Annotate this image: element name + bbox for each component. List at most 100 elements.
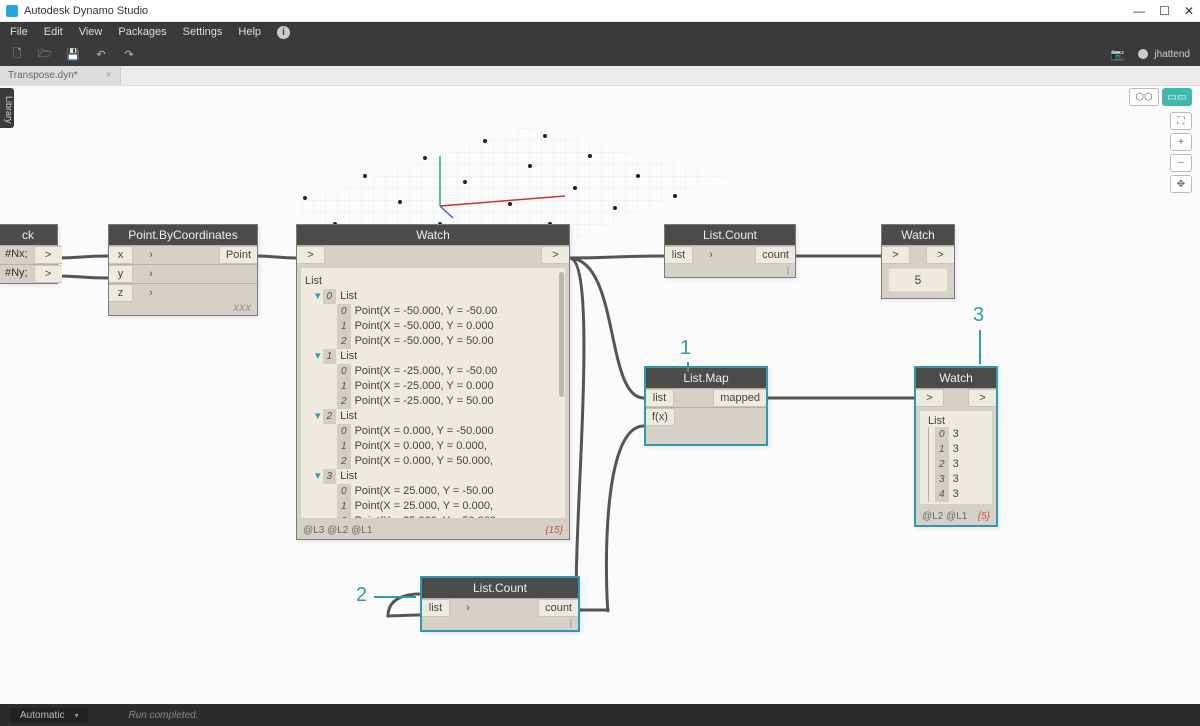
undo-icon[interactable]: ↶ — [94, 47, 108, 61]
info-icon[interactable]: i — [277, 26, 290, 39]
input-port[interactable]: > — [916, 389, 944, 407]
output-port-count[interactable]: count — [538, 599, 578, 617]
level-labels: @L2 @L1 — [922, 511, 967, 522]
lacing-toggle[interactable]: › — [466, 602, 470, 614]
output-port[interactable]: > — [34, 246, 62, 264]
scrollbar[interactable] — [559, 272, 564, 397]
geometry-view-button[interactable]: ⬡⬡ — [1129, 88, 1159, 106]
maximize-button[interactable]: ☐ — [1159, 5, 1170, 17]
camera-icon[interactable]: 📷 — [1110, 47, 1124, 61]
node-title: List.Count — [422, 578, 578, 598]
input-port-fx[interactable]: f(x) — [646, 408, 675, 426]
redo-icon[interactable]: ↷ — [122, 47, 136, 61]
menu-file[interactable]: File — [10, 26, 28, 38]
graph-view-button[interactable]: ▭▭ — [1162, 88, 1192, 106]
menubar: File Edit View Packages Settings Help i — [0, 22, 1200, 42]
node-title: Point.ByCoordinates — [109, 225, 257, 245]
menu-view[interactable]: View — [79, 26, 103, 38]
output-port[interactable]: > — [541, 246, 569, 264]
node-point-bycoordinates[interactable]: Point.ByCoordinates x › Point y › z › XX… — [108, 224, 258, 316]
output-port[interactable]: > — [926, 246, 954, 264]
save-icon[interactable]: 💾 — [66, 47, 80, 61]
toolbar: 🗋 🗁 💾 ↶ ↷ 📷 jhattend — [0, 42, 1200, 66]
user-account[interactable]: jhattend — [1138, 49, 1190, 60]
level-labels: @L3 @L2 @L1 — [303, 525, 372, 536]
tabstrip: Transpose.dyn* × — [0, 66, 1200, 86]
node-codeblock[interactable]: ck #Nx; > #Ny; > — [0, 224, 58, 284]
lacing-toggle[interactable]: › — [149, 268, 153, 280]
window-controls: — ☐ ✕ — [1133, 5, 1194, 17]
run-mode-selector[interactable]: Automatic ▾ — [10, 708, 88, 723]
titlebar: Autodesk Dynamo Studio — ☐ ✕ — [0, 0, 1200, 22]
node-title: Watch — [916, 368, 996, 388]
code-line: #Nx; — [0, 246, 34, 264]
node-watch-large[interactable]: Watch > > List▾0List0Point(X = -50.000, … — [296, 224, 570, 540]
menu-edit[interactable]: Edit — [44, 26, 63, 38]
input-port-y[interactable]: y — [109, 265, 133, 283]
zoom-fit-button[interactable]: ⛶ — [1170, 112, 1192, 130]
node-title: ck — [0, 225, 57, 245]
lacing-indicator: | — [422, 617, 578, 630]
graph-canvas[interactable]: Library ⬡⬡ ▭▭ ⛶ + − ✥ — [0, 86, 1200, 704]
annotation-line — [687, 362, 689, 372]
wires — [0, 86, 1200, 704]
annotation-3: 3 — [973, 304, 984, 327]
lacing-toggle[interactable]: › — [149, 249, 153, 261]
output-port[interactable]: > — [968, 389, 996, 407]
annotation-line — [979, 330, 981, 364]
watch-footer: @L3 @L2 @L1 {15} — [297, 522, 569, 539]
input-port[interactable]: > — [297, 246, 325, 264]
input-port-list[interactable]: list — [422, 599, 450, 617]
dropdown-icon: ▾ — [74, 711, 78, 720]
document-tab[interactable]: Transpose.dyn* × — [0, 66, 121, 85]
library-panel-toggle[interactable]: Library — [0, 88, 14, 128]
statusbar: Automatic ▾ Run completed. — [0, 704, 1200, 726]
item-count: {15} — [545, 525, 563, 536]
output-port-count[interactable]: count — [755, 246, 795, 264]
annotation-1: 1 — [680, 337, 691, 360]
output-port-mapped[interactable]: mapped — [713, 389, 766, 407]
input-port-list[interactable]: list — [646, 389, 674, 407]
lacing-indicator: XXX — [109, 302, 257, 315]
status-message: Run completed. — [128, 710, 198, 721]
new-file-icon[interactable]: 🗋 — [10, 47, 24, 61]
node-title: List.Count — [665, 225, 795, 245]
open-file-icon[interactable]: 🗁 — [38, 47, 52, 61]
zoom-controls: ⛶ + − ✥ — [1170, 112, 1192, 193]
node-list-count-bottom[interactable]: List.Count list › count | — [420, 576, 580, 632]
node-title: Watch — [882, 225, 954, 245]
input-port-list[interactable]: list — [665, 246, 693, 264]
pan-button[interactable]: ✥ — [1170, 175, 1192, 193]
tab-close-icon[interactable]: × — [106, 70, 112, 81]
username-label: jhattend — [1154, 49, 1190, 60]
watch-output: List▾0List0Point(X = -50.000, Y = -50.00… — [301, 268, 565, 518]
menu-packages[interactable]: Packages — [118, 26, 166, 38]
node-title: Watch — [297, 225, 569, 245]
output-port-point[interactable]: Point — [219, 246, 257, 264]
lacing-toggle[interactable]: › — [149, 287, 153, 299]
zoom-out-button[interactable]: − — [1170, 154, 1192, 172]
annotation-2: 2 — [356, 584, 367, 607]
item-count: {5} — [978, 511, 990, 522]
minimize-button[interactable]: — — [1133, 5, 1145, 17]
node-title: List.Map — [646, 368, 766, 388]
node-list-map[interactable]: List.Map list mapped f(x) — [644, 366, 768, 446]
app-title: Autodesk Dynamo Studio — [24, 5, 1133, 17]
node-watch-small[interactable]: Watch > > 5 — [881, 224, 955, 299]
close-button[interactable]: ✕ — [1184, 5, 1194, 17]
watch-output: List0313233343 — [920, 411, 992, 504]
menu-settings[interactable]: Settings — [183, 26, 223, 38]
run-mode-label: Automatic — [20, 710, 64, 721]
annotation-line — [374, 596, 416, 598]
output-port[interactable]: > — [34, 265, 62, 283]
input-port-z[interactable]: z — [109, 284, 133, 302]
node-watch-list[interactable]: Watch > > List0313233343 @L2 @L1 {5} — [914, 366, 998, 527]
node-list-count-top[interactable]: List.Count list › count | — [664, 224, 796, 278]
lacing-toggle[interactable]: › — [709, 249, 713, 261]
input-port-x[interactable]: x — [109, 246, 133, 264]
app-logo-icon — [6, 5, 18, 17]
zoom-in-button[interactable]: + — [1170, 133, 1192, 151]
avatar-icon — [1138, 49, 1148, 59]
menu-help[interactable]: Help — [238, 26, 261, 38]
input-port[interactable]: > — [882, 246, 910, 264]
